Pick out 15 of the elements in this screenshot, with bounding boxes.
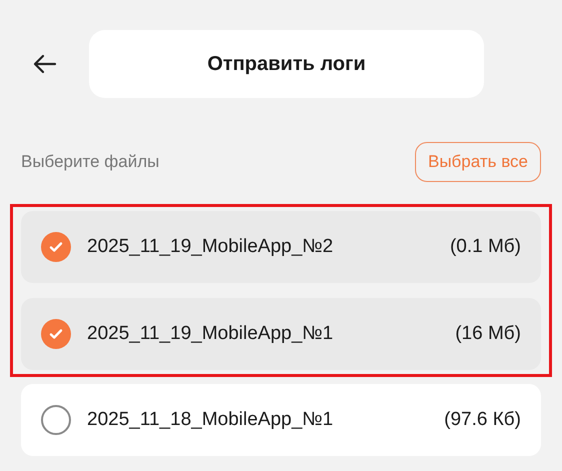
file-row[interactable]: 2025_11_18_MobileApp_№1 (97.6 Кб): [21, 384, 541, 456]
file-name: 2025_11_19_MobileApp_№2: [87, 234, 334, 259]
file-row[interactable]: 2025_11_19_MobileApp_№1 (16 Мб): [21, 298, 541, 370]
file-size: (16 Мб): [455, 322, 521, 346]
checkbox[interactable]: [41, 319, 71, 349]
section-label: Выберите файлы: [21, 151, 160, 174]
file-name: 2025_11_19_MobileApp_№1: [87, 322, 334, 346]
page-title: Отправить логи: [207, 52, 366, 77]
file-size: (0.1 Мб): [450, 234, 521, 259]
file-name: 2025_11_18_MobileApp_№1: [87, 408, 334, 432]
file-size: (97.6 Кб): [444, 408, 521, 432]
checkbox[interactable]: [41, 405, 71, 435]
file-row[interactable]: 2025_11_19_MobileApp_№2 (0.1 Мб): [21, 211, 541, 283]
back-arrow-icon: [32, 54, 56, 74]
checkbox[interactable]: [41, 232, 71, 262]
